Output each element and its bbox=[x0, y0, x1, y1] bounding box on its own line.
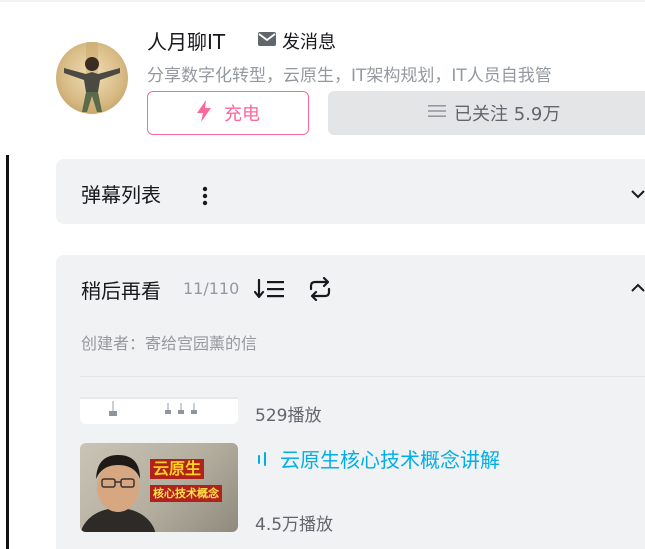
envelope-icon bbox=[257, 31, 277, 51]
send-message-label: 发消息 bbox=[282, 32, 336, 53]
watch-later-panel: 稍后再看 11/110 创建者：寄给宫园薰的信 529播放 云原生 核心技术概念… bbox=[56, 255, 645, 549]
user-signature: 分享数字化转型，云原生，IT架构规划，IT人员自我管 bbox=[147, 66, 552, 86]
avatar-figure bbox=[64, 42, 120, 114]
charge-label: 充电 bbox=[224, 104, 260, 125]
list-icon bbox=[428, 103, 446, 123]
playlist-creator: 创建者：寄给宫园薰的信 bbox=[81, 334, 258, 353]
watch-later-count: 11/110 bbox=[183, 279, 240, 298]
watch-later-title: 稍后再看 bbox=[81, 279, 161, 303]
video-play-count: 4.5万播放 bbox=[255, 515, 334, 535]
video-thumbnail[interactable]: 云原生 核心技术概念 bbox=[80, 443, 238, 532]
kebab-icon[interactable] bbox=[202, 186, 208, 210]
lightning-icon bbox=[196, 100, 212, 126]
video-title[interactable]: 云原生核心技术概念讲解 bbox=[280, 444, 500, 473]
sort-order-icon[interactable] bbox=[253, 277, 286, 305]
video-play-count: 529播放 bbox=[255, 406, 322, 426]
divider bbox=[80, 376, 645, 377]
danmaku-list-title: 弹幕列表 bbox=[81, 183, 161, 207]
username[interactable]: 人月聊IT bbox=[147, 26, 225, 55]
danmaku-list-panel[interactable]: 弹幕列表 bbox=[56, 159, 645, 224]
thumbnail-caption-main: 云原生 bbox=[150, 459, 205, 479]
followed-button[interactable]: 已关注 5.9万 bbox=[328, 91, 645, 135]
scroll-edge-bar bbox=[6, 155, 9, 549]
charge-button[interactable]: 充电 bbox=[147, 91, 309, 135]
now-playing-icon bbox=[255, 451, 271, 471]
chevron-up-icon[interactable] bbox=[630, 279, 645, 298]
loop-icon[interactable] bbox=[306, 276, 334, 305]
chevron-down-icon[interactable] bbox=[630, 185, 645, 204]
video-thumbnail[interactable] bbox=[80, 397, 238, 424]
thumbnail-diagram bbox=[80, 397, 238, 416]
send-message-button[interactable]: 发消息 bbox=[257, 28, 336, 54]
followed-label: 已关注 5.9万 bbox=[454, 104, 561, 125]
avatar[interactable] bbox=[56, 42, 128, 114]
top-divider bbox=[0, 0, 645, 2]
thumbnail-caption-sub: 核心技术概念 bbox=[150, 485, 222, 502]
